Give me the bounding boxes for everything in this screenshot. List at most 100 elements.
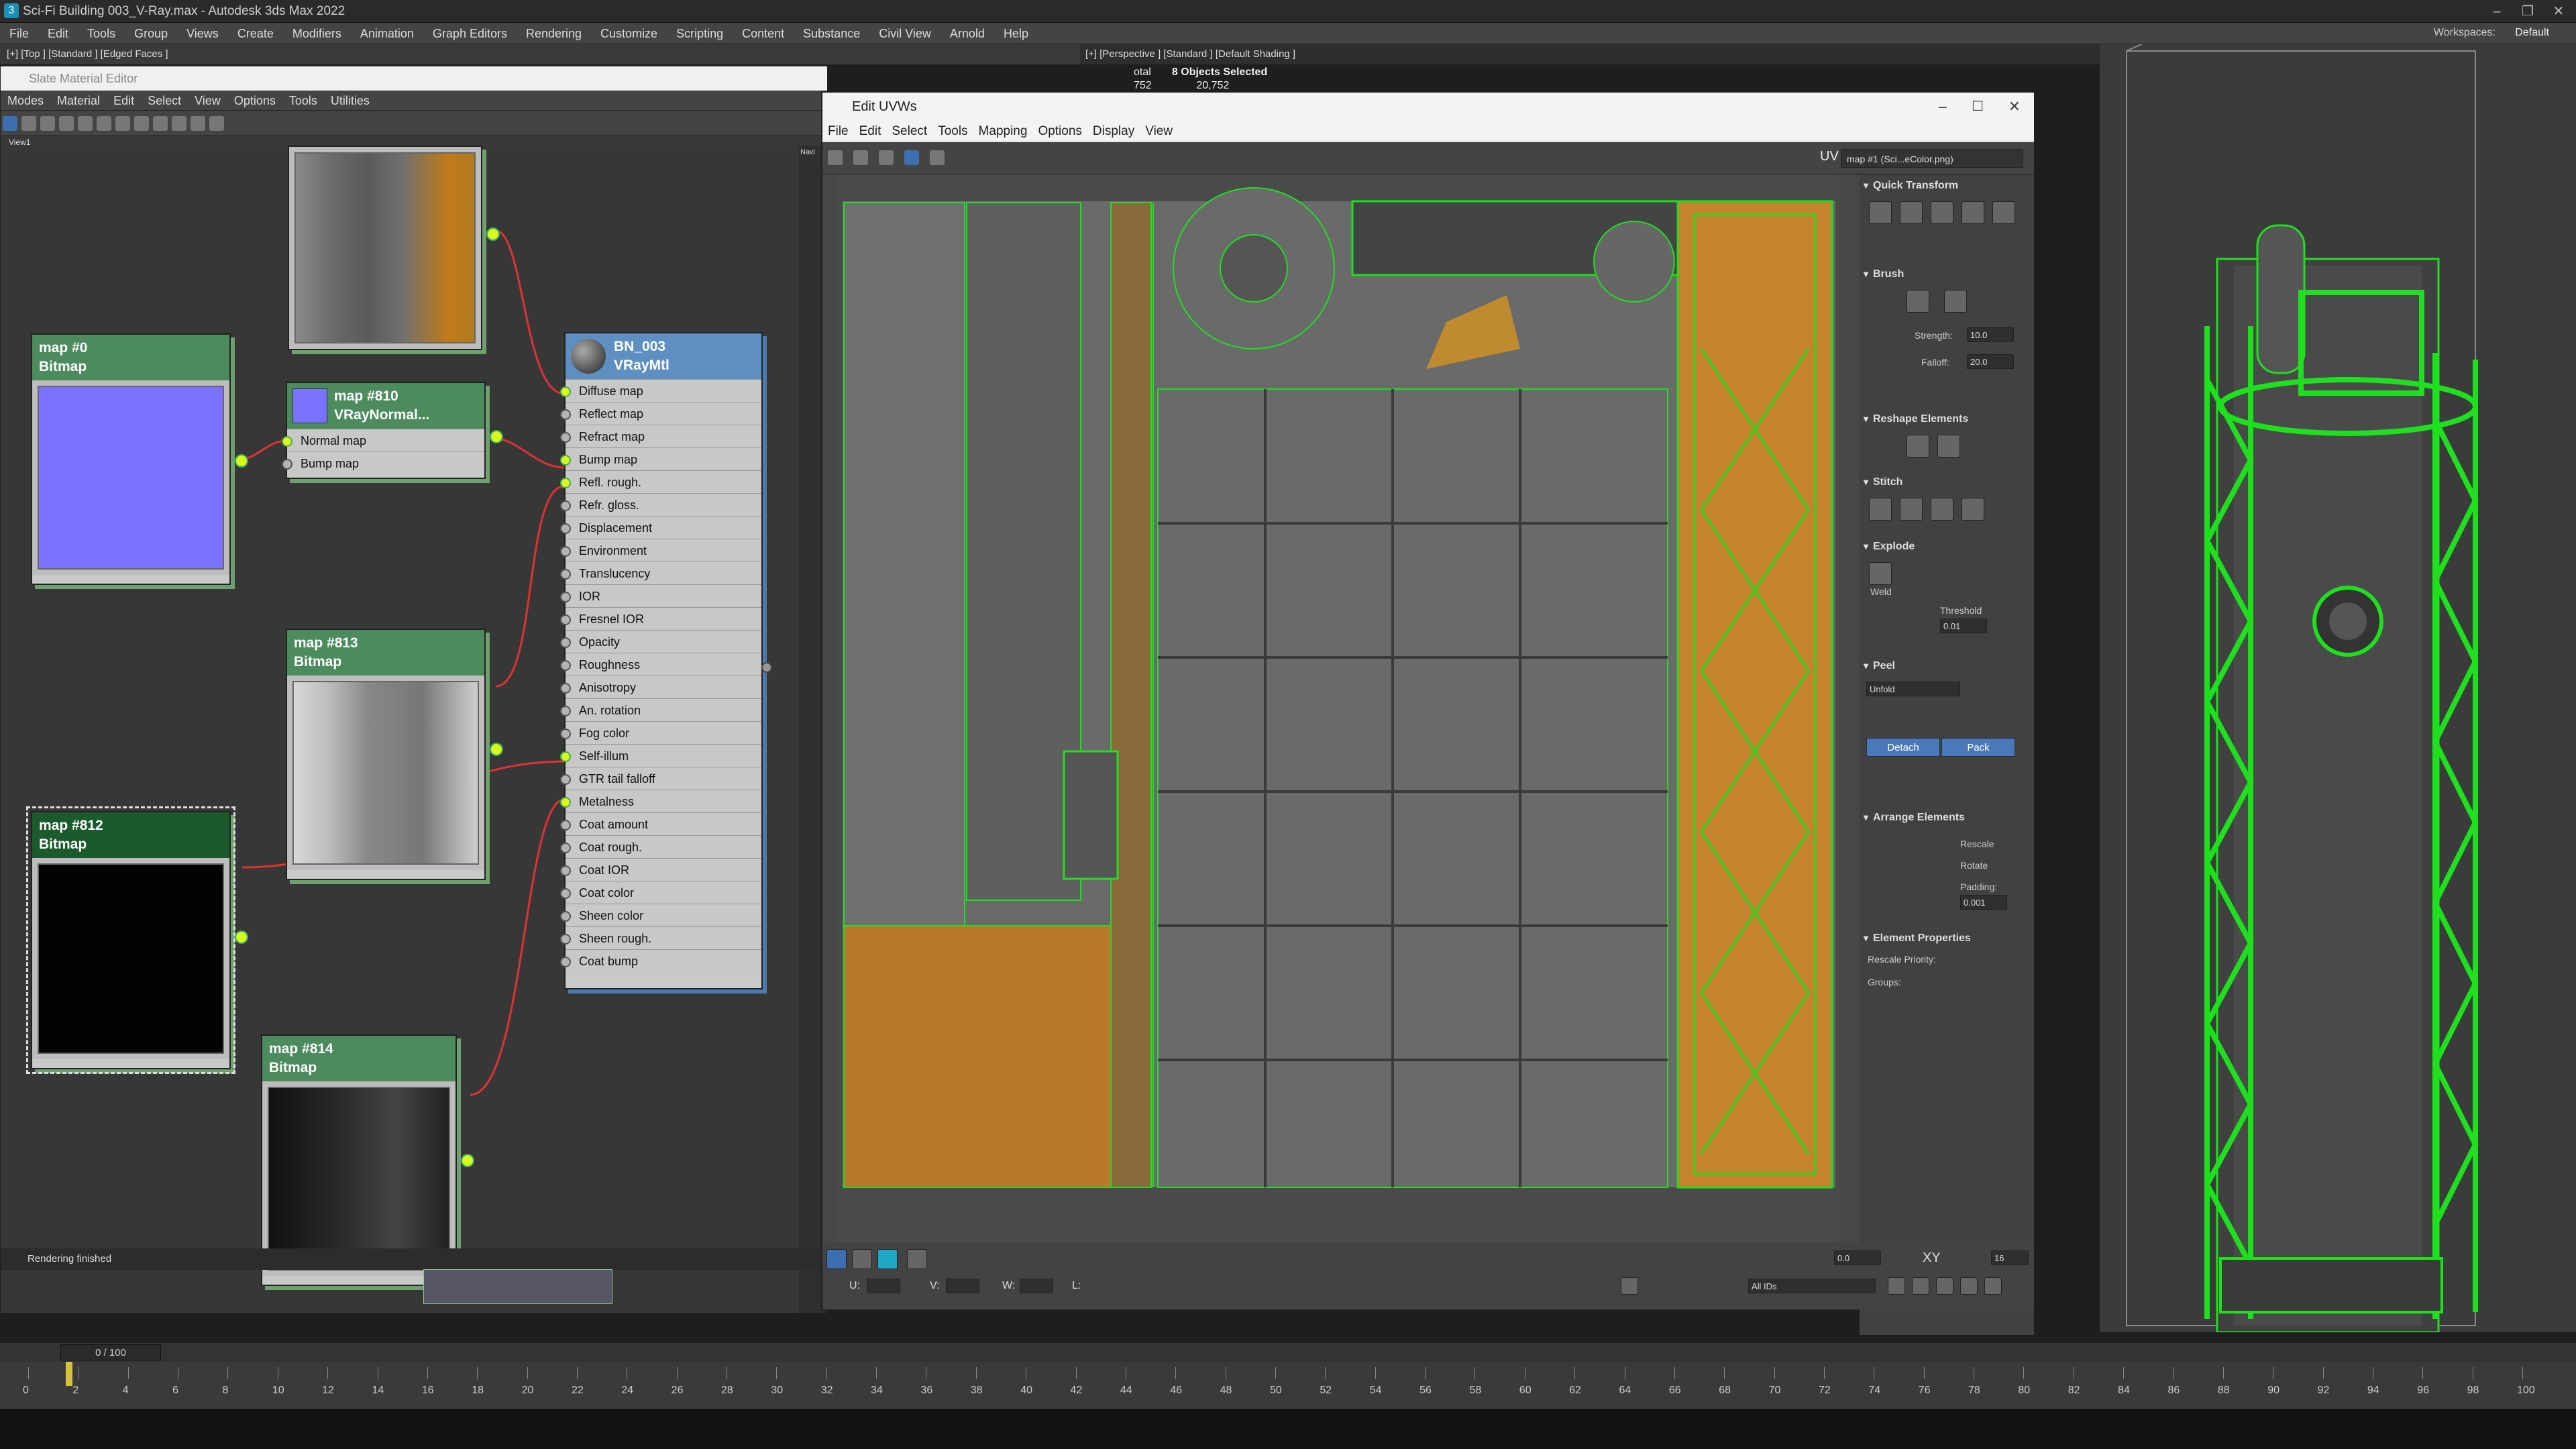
slot-an-rotation[interactable]: An. rotation <box>560 698 761 721</box>
threshold-spinner[interactable]: 0.01 <box>1940 619 1987 633</box>
input-socket[interactable] <box>560 751 571 762</box>
input-socket[interactable] <box>560 683 571 694</box>
current-frame-marker[interactable] <box>66 1362 72 1386</box>
uvw-menu-mapping[interactable]: Mapping <box>973 121 1033 142</box>
zoom-extents-icon[interactable] <box>1960 1277 1978 1295</box>
help-icon[interactable] <box>1984 1277 2002 1295</box>
node-view-canvas[interactable]: map #0 Bitmap map #810 VRayNormal... Norma… <box>1 146 799 1313</box>
menu-rendering[interactable]: Rendering <box>517 23 591 44</box>
input-socket[interactable] <box>560 455 571 466</box>
input-socket[interactable] <box>560 409 571 420</box>
layout-children-icon[interactable] <box>172 116 186 131</box>
node-map-813[interactable]: map #813 Bitmap <box>286 629 503 880</box>
rollout-explode[interactable]: Explode <box>1860 541 2034 553</box>
texture-map-dropdown[interactable]: map #1 (Sci...eColor.png) <box>1841 149 2023 168</box>
align-vertical-icon[interactable] <box>1931 201 1953 224</box>
move-children-icon[interactable] <box>40 116 55 131</box>
slot-bump-map[interactable]: Bump map <box>282 451 484 474</box>
input-socket[interactable] <box>560 386 571 397</box>
input-socket[interactable] <box>560 546 571 557</box>
rotate-icon[interactable] <box>853 150 868 165</box>
slot-diffuse-map[interactable]: Diffuse map <box>560 379 761 402</box>
close-icon[interactable]: ✕ <box>2008 93 2021 121</box>
slot-opacity[interactable]: Opacity <box>560 630 761 653</box>
output-socket[interactable] <box>486 227 500 241</box>
menu-scripting[interactable]: Scripting <box>667 23 733 44</box>
uvw-menu-tools[interactable]: Tools <box>932 121 973 142</box>
slot-coat-amount[interactable]: Coat amount <box>560 812 761 835</box>
spacing-icon[interactable] <box>1992 201 2015 224</box>
slot-roughness[interactable]: Roughness <box>560 653 761 676</box>
menu-file[interactable]: File <box>0 23 38 44</box>
slate-menu-edit[interactable]: Edit <box>107 91 141 111</box>
slot-self-illum[interactable]: Self-illum <box>560 744 761 767</box>
select-vertex-icon[interactable] <box>826 1249 847 1269</box>
slate-menu-options[interactable]: Options <box>227 91 282 111</box>
input-socket[interactable] <box>560 500 571 511</box>
pan-icon[interactable] <box>1888 1277 1905 1295</box>
output-socket[interactable] <box>490 430 503 443</box>
delete-icon[interactable] <box>59 116 74 131</box>
time-slider-track[interactable] <box>0 1343 2576 1362</box>
scale-icon[interactable] <box>879 150 894 165</box>
menu-views[interactable]: Views <box>177 23 228 44</box>
w-field[interactable] <box>1020 1279 1053 1293</box>
stitch-source-icon[interactable] <box>1900 498 1923 521</box>
rotate-ccw-icon[interactable] <box>1962 201 1984 224</box>
slot-normal-map[interactable]: Normal map <box>282 429 484 451</box>
relax-icon[interactable] <box>1937 435 1960 458</box>
slot-refract-map[interactable]: Refract map <box>560 425 761 447</box>
stitch-average-icon[interactable] <box>1931 498 1953 521</box>
material-output-socket[interactable] <box>761 662 772 673</box>
workspaces-dropdown[interactable]: Default <box>2515 27 2549 39</box>
input-socket[interactable] <box>560 523 571 534</box>
top-viewport-label[interactable]: [+] [Top ] [Standard ] [Edged Faces ] <box>0 44 1080 64</box>
input-socket[interactable] <box>560 592 571 602</box>
menu-tools[interactable]: Tools <box>78 23 125 44</box>
slate-menu-view[interactable]: View <box>188 91 227 111</box>
slot-sheen-color[interactable]: Sheen color <box>560 904 761 926</box>
break-icon[interactable] <box>1869 562 1892 585</box>
slot-coat-color[interactable]: Coat color <box>560 881 761 904</box>
slot-coat-bump[interactable]: Coat bump <box>560 949 761 972</box>
xy-toggle[interactable]: XY <box>1923 1250 1941 1266</box>
slot-gtr-tail-falloff[interactable]: GTR tail falloff <box>560 767 761 790</box>
uvw-menu-file[interactable]: File <box>822 121 854 142</box>
slot-reflect-map[interactable]: Reflect map <box>560 402 761 425</box>
zoom-spinner[interactable]: 0.0 <box>1834 1250 1881 1265</box>
detach-button[interactable]: Detach <box>1866 738 1940 757</box>
pack-button[interactable]: Pack <box>1941 738 2015 757</box>
input-socket[interactable] <box>560 614 571 625</box>
input-socket[interactable] <box>560 432 571 443</box>
timeline-ruler[interactable]: 0 2 4 6 8 10 12 14 16 18 20 22 24 26 28 30 32 34 36 38 40 42 4… <box>0 1362 2576 1409</box>
input-socket[interactable] <box>560 843 571 853</box>
align-horizontal-icon[interactable] <box>1900 201 1923 224</box>
zoom-icon[interactable] <box>1912 1277 1929 1295</box>
slate-menu-material[interactable]: Material <box>50 91 107 111</box>
slot-coat-rough-[interactable]: Coat rough. <box>560 835 761 858</box>
node-map-812[interactable]: map #812 Bitmap <box>26 806 248 1074</box>
layout-all-icon[interactable] <box>153 116 168 131</box>
input-socket[interactable] <box>560 957 571 967</box>
input-socket[interactable] <box>560 934 571 945</box>
select-edge-icon[interactable] <box>852 1249 872 1269</box>
zoom-region-icon[interactable] <box>1936 1277 1953 1295</box>
slate-menu-utilities[interactable]: Utilities <box>324 91 376 111</box>
perspective-viewport[interactable] <box>2100 17 2576 1334</box>
menu-animation[interactable]: Animation <box>351 23 423 44</box>
rotate-checkbox[interactable]: Rotate <box>1960 860 1988 871</box>
input-socket[interactable] <box>560 478 571 488</box>
slate-menu-tools[interactable]: Tools <box>282 91 324 111</box>
slot-refr-gloss-[interactable]: Refr. gloss. <box>560 493 761 516</box>
slot-metalness[interactable]: Metalness <box>560 790 761 812</box>
ids-dropdown[interactable]: All IDs <box>1748 1279 1876 1293</box>
slot-bump-map[interactable]: Bump map <box>560 447 761 470</box>
rollout-brush[interactable]: Brush <box>1860 268 2034 280</box>
rollout-arrange-elements[interactable]: Arrange Elements <box>1860 812 2034 824</box>
close-icon[interactable]: ✕ <box>2544 2 2573 21</box>
slot-fog-color[interactable]: Fog color <box>560 721 761 744</box>
select-tool-icon[interactable] <box>3 116 17 131</box>
maximize-icon[interactable]: ☐ <box>1972 93 1984 121</box>
restore-icon[interactable]: ❐ <box>2513 2 2542 21</box>
input-socket[interactable] <box>560 637 571 648</box>
